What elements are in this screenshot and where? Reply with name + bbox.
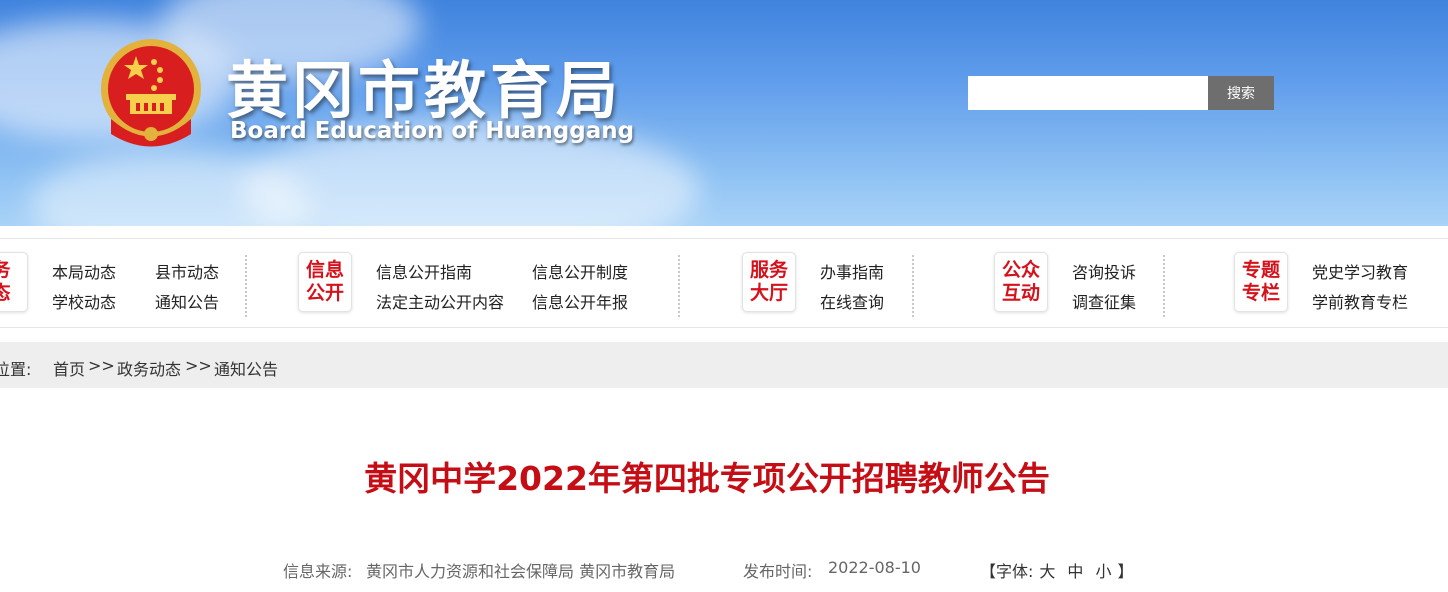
search-button[interactable]: 搜索 <box>1208 76 1274 110</box>
site-subtitle: Board Education of Huanggang <box>230 118 635 144</box>
nav-link-disclosure-system[interactable]: 信息公开制度 <box>532 259 628 283</box>
nav-badge-government-affairs[interactable]: 务 态 <box>0 252 28 312</box>
nav-badge-special-topics[interactable]: 专题 专栏 <box>1234 252 1288 312</box>
nav-badge-label: 信息 公开 <box>305 259 344 304</box>
breadcrumb-separator: >> <box>185 356 212 375</box>
nav-badge-service-hall[interactable]: 服务 大厅 <box>742 252 796 312</box>
nav-link-survey[interactable]: 调查征集 <box>1072 289 1136 313</box>
breadcrumb-prefix: 位置: <box>0 360 32 379</box>
nav-link-consultation-complaint[interactable]: 咨询投诉 <box>1072 259 1136 283</box>
national-emblem-icon <box>101 39 201 147</box>
nav-badge-label: 公众 互动 <box>1001 259 1040 304</box>
nav-link-party-history[interactable]: 党史学习教育 <box>1312 259 1408 283</box>
nav-link-preschool-education[interactable]: 学前教育专栏 <box>1312 289 1408 313</box>
nav-link-statutory-disclosure[interactable]: 法定主动公开内容 <box>376 289 504 313</box>
nav-badge-public-interaction[interactable]: 公众 互动 <box>994 252 1048 312</box>
nav-link-school-news[interactable]: 学校动态 <box>52 289 116 313</box>
nav-link-service-guide[interactable]: 办事指南 <box>820 259 884 283</box>
breadcrumb-section-link[interactable]: 政务动态 <box>117 356 181 380</box>
nav-link-notices[interactable]: 通知公告 <box>155 289 219 313</box>
nav-badge-info-disclosure[interactable]: 信息 公开 <box>298 252 352 312</box>
nav-separator <box>1163 255 1165 317</box>
font-size-label: 【字体: 大中小】 <box>980 558 1133 582</box>
article-title: 黄冈中学2022年第四批专项公开招聘教师公告 <box>364 459 1050 498</box>
search-input[interactable] <box>968 76 1208 110</box>
article-source-label: 信息来源: <box>283 562 353 581</box>
header-banner: 黄冈市教育局 Board Education of Huanggang 搜索 <box>0 0 1448 226</box>
nav-separator <box>245 255 247 317</box>
site-title: 黄冈市教育局 <box>226 54 623 127</box>
nav-badge-label: 专题 专栏 <box>1241 259 1280 304</box>
nav-link-online-query[interactable]: 在线查询 <box>820 289 884 313</box>
font-size-medium-option[interactable]: 中 <box>1067 562 1083 581</box>
nav-badge-label: 务 态 <box>0 259 11 304</box>
nav-link-bureau-news[interactable]: 本局动态 <box>52 259 116 283</box>
nav-link-disclosure-annual-report[interactable]: 信息公开年报 <box>532 289 628 313</box>
nav-separator <box>912 255 914 317</box>
font-size-label-text: 【字体: <box>980 562 1034 581</box>
font-size-small-option[interactable]: 小 <box>1095 562 1111 581</box>
nav-link-county-news[interactable]: 县市动态 <box>155 259 219 283</box>
breadcrumb-separator: >> <box>88 356 115 375</box>
nav-link-disclosure-guide[interactable]: 信息公开指南 <box>376 259 472 283</box>
article-source: 黄冈市人力资源和社会保障局 黄冈市教育局 <box>366 562 676 581</box>
font-size-large-option[interactable]: 大 <box>1039 562 1055 581</box>
nav-separator <box>678 255 680 317</box>
nav-badge-label: 服务 大厅 <box>749 259 788 304</box>
article-date: 2022-08-10 <box>828 558 921 577</box>
font-size-label-close: 】 <box>1117 562 1134 581</box>
breadcrumb-home-link[interactable]: 首页 <box>53 356 85 380</box>
main-nav: 务 态 本局动态 县市动态 学校动态 通知公告 信息 公开 信息公开指南 信息公… <box>0 238 1448 328</box>
breadcrumb: 位置: 首页 >> 政务动态 >> 通知公告 <box>0 342 1448 388</box>
article-date-label: 发布时间: <box>743 562 813 581</box>
breadcrumb-current[interactable]: 通知公告 <box>214 356 278 380</box>
